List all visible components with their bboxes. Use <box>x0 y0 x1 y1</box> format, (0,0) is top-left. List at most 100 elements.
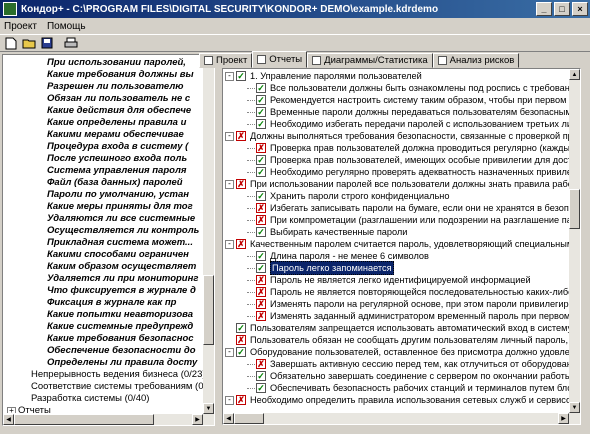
check-icon[interactable]: ✓ <box>236 71 246 81</box>
cross-icon[interactable]: ✗ <box>236 179 246 189</box>
report-row[interactable]: ✓ Пароль легко запоминается <box>247 261 394 275</box>
tree-item[interactable]: Непрерывность ведения бизнеса (0/23) <box>31 369 206 381</box>
tree-item[interactable]: Удаляется ли при мониторинг <box>47 273 198 285</box>
left-horizontal-scrollbar[interactable]: ◀ ▶ <box>3 414 214 425</box>
report-row[interactable]: ✗ Проверка прав пользователей должна пров… <box>247 142 580 154</box>
report-row[interactable]: ✓ Обязательно завершать соединение с серв… <box>247 370 580 382</box>
tree-item[interactable]: Какие определены правила и <box>47 117 186 129</box>
cross-icon[interactable]: ✗ <box>256 359 266 369</box>
tree-item[interactable]: Осуществляется ли контроль <box>47 225 199 237</box>
report-row[interactable]: ✓ Необходимо регулярно проверять адекватн… <box>247 166 580 178</box>
cross-icon[interactable]: ✗ <box>256 311 266 321</box>
check-icon[interactable]: ✓ <box>256 119 266 129</box>
report-row[interactable]: ✓ Рекомендуется настроить систему таким о… <box>247 94 580 106</box>
check-icon[interactable]: ✓ <box>256 83 266 93</box>
check-icon[interactable]: ✓ <box>256 371 266 381</box>
cross-icon[interactable]: ✗ <box>256 275 266 285</box>
report-row[interactable]: ✓ Проверка прав пользователей, имеющих ос… <box>247 154 580 166</box>
cross-icon[interactable]: ✗ <box>256 203 266 213</box>
report-row[interactable]: ✓ Временные пароли должны передаваться по… <box>247 106 580 118</box>
right-horizontal-scrollbar[interactable]: ◀ ▶ <box>223 413 580 424</box>
check-icon[interactable]: ✓ <box>256 263 266 273</box>
open-folder-icon[interactable] <box>21 36 37 51</box>
new-file-icon[interactable] <box>3 36 19 51</box>
cross-icon[interactable]: ✗ <box>256 287 266 297</box>
tree-item[interactable]: Какие требования должны вы <box>47 69 194 81</box>
scroll-thumb[interactable] <box>234 413 264 424</box>
collapse-icon[interactable]: - <box>225 395 234 405</box>
tree-item[interactable]: Файл (база данных) паролей <box>47 177 183 189</box>
menu-help[interactable]: Помощь <box>47 21 86 32</box>
scroll-thumb[interactable] <box>14 414 154 425</box>
tree-item[interactable]: Какие действия для обеспече <box>47 105 191 117</box>
report-row[interactable]: - ✗ Должны выполняться требования безопасн… <box>225 130 580 142</box>
tree-item[interactable]: Каким образом осуществляет <box>47 261 196 273</box>
report-row[interactable]: - ✓ 1. Управление паролями пользователей <box>225 70 422 82</box>
minimize-button[interactable]: _ <box>536 2 552 16</box>
report-row[interactable]: ✓ Пользователям запрещается использовать … <box>225 322 580 334</box>
collapse-icon[interactable]: - <box>225 179 234 189</box>
check-icon[interactable]: ✓ <box>236 323 246 333</box>
report-row[interactable]: - ✗ Необходимо определить правила использо… <box>225 394 576 406</box>
collapse-icon[interactable]: - <box>225 239 234 249</box>
check-icon[interactable]: ✓ <box>256 251 266 261</box>
tree-item[interactable]: Какие меры приняты для тог <box>47 201 193 213</box>
report-row[interactable]: - ✗ При использовании паролей все пользова… <box>225 178 580 190</box>
check-icon[interactable]: ✓ <box>256 191 266 201</box>
check-icon[interactable]: ✓ <box>256 155 266 165</box>
project-tree[interactable]: При использовании паролей, Какие требован… <box>3 55 206 413</box>
report-row[interactable]: - ✓ Оборудование пользователей, оставленно… <box>225 346 580 358</box>
collapse-icon[interactable]: - <box>225 71 234 81</box>
tree-item[interactable]: Какие требования безопаснос <box>47 333 194 345</box>
report-row[interactable]: ✓ Необходимо избегать передачи паролей с … <box>247 118 580 130</box>
scroll-up-icon[interactable]: ▲ <box>569 69 580 80</box>
cross-icon[interactable]: ✗ <box>236 131 246 141</box>
check-icon[interactable]: ✓ <box>256 227 266 237</box>
check-icon[interactable]: ✓ <box>236 347 246 357</box>
tree-item[interactable]: Удаляются ли все системные <box>47 213 195 225</box>
tree-item[interactable]: Обязан ли пользователь не с <box>47 93 190 105</box>
maximize-button[interactable]: □ <box>554 2 570 16</box>
tree-item[interactable]: Прикладная система может... <box>47 237 193 249</box>
tree-item[interactable]: Фиксация в журнале как пр <box>47 297 176 309</box>
report-row[interactable]: ✓ Обеспечивать безопасность рабочих станц… <box>247 382 580 394</box>
cross-icon[interactable]: ✗ <box>236 239 246 249</box>
save-icon[interactable] <box>39 36 55 51</box>
expand-icon[interactable]: + <box>7 406 16 413</box>
cross-icon[interactable]: ✗ <box>236 395 246 405</box>
check-icon[interactable]: ✓ <box>256 95 266 105</box>
tree-item[interactable]: Пароли по умолчанию, устан <box>47 189 189 201</box>
report-row[interactable]: ✗ Избегать записывать пароли на бумаге, е… <box>247 202 580 214</box>
tab-3[interactable]: Анализ рисков <box>432 53 520 68</box>
report-row[interactable]: ✗ Пароль не является легко идентифицируем… <box>247 274 531 286</box>
cross-icon[interactable]: ✗ <box>256 299 266 309</box>
report-row[interactable]: ✓ Все пользователи должны быть ознакомлен… <box>247 82 580 94</box>
check-icon[interactable]: ✓ <box>256 167 266 177</box>
report-row[interactable]: ✗ Изменять пароли на регулярной основе, п… <box>247 298 580 310</box>
scroll-left-icon[interactable]: ◀ <box>223 413 234 424</box>
check-icon[interactable]: ✓ <box>256 383 266 393</box>
scroll-down-icon[interactable]: ▼ <box>569 402 580 413</box>
tree-item[interactable]: Процедура входа в систему ( <box>47 141 188 153</box>
tree-item[interactable]: Разработка системы (0/40) <box>31 393 149 405</box>
scroll-thumb[interactable] <box>569 189 580 229</box>
report-row[interactable]: ✓ Выбирать качественные пароли <box>247 226 407 238</box>
tab-2[interactable]: Диаграммы/Статистика <box>307 53 433 68</box>
tree-item[interactable]: Обеспечение безопасности до <box>47 345 196 357</box>
tree-item[interactable]: Какие системные предупрежд <box>47 321 193 333</box>
close-button[interactable]: × <box>572 2 588 16</box>
report-row[interactable]: ✗ Пароль не является повторяющейся послед… <box>247 286 580 298</box>
check-icon[interactable]: ✓ <box>256 107 266 117</box>
collapse-icon[interactable]: - <box>225 131 234 141</box>
print-icon[interactable] <box>63 36 79 51</box>
tree-item[interactable]: Какие попытки неавторизова <box>47 309 193 321</box>
report-row[interactable]: - ✗ Качественным паролем считается пароль,… <box>225 238 580 250</box>
scroll-left-icon[interactable]: ◀ <box>3 414 14 425</box>
cross-icon[interactable]: ✗ <box>236 335 246 345</box>
report-row[interactable]: ✓ Хранить пароли строго конфиденциально <box>247 190 449 202</box>
tree-item[interactable]: После успешного входа поль <box>47 153 187 165</box>
tab-0[interactable]: Проект <box>199 53 253 68</box>
tree-item[interactable]: Соответствие системы требованиям (0/ <box>31 381 206 393</box>
scroll-right-icon[interactable]: ▶ <box>558 413 569 424</box>
cross-icon[interactable]: ✗ <box>256 215 266 225</box>
